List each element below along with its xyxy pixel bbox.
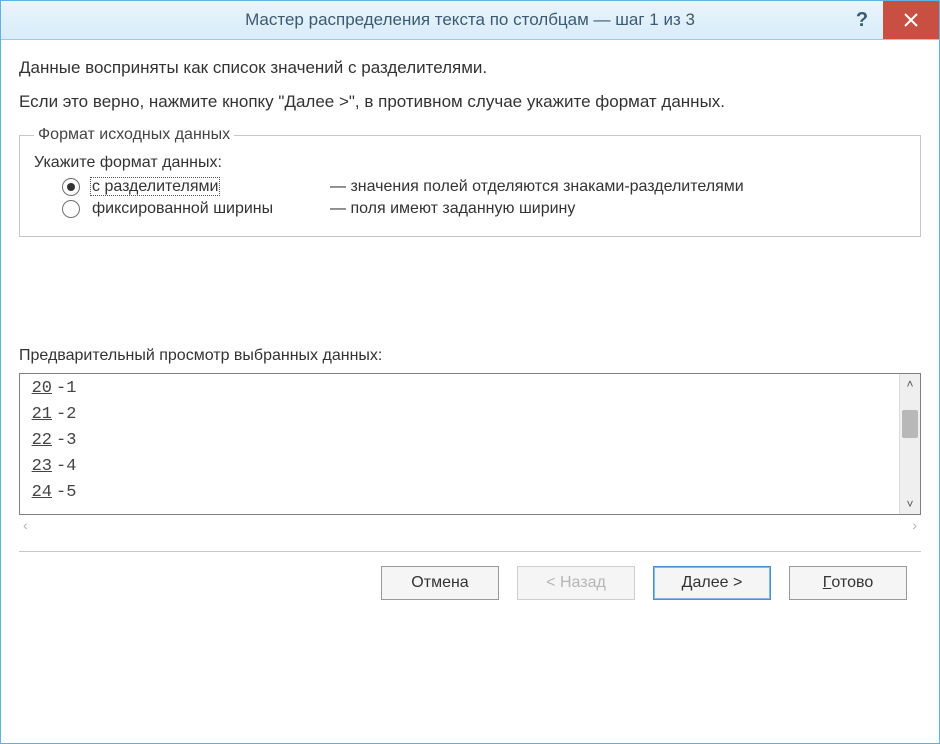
preview-line-number: 24: [22, 480, 54, 506]
radio-fixed-desc: — поля имеют заданную ширину: [330, 200, 575, 218]
source-format-legend: Формат исходных данных: [34, 126, 234, 144]
preview-label: Предварительный просмотр выбранных данны…: [19, 347, 921, 365]
finish-access-key: Г: [823, 574, 832, 592]
preview-line: 23 -4: [22, 454, 899, 480]
titlebar-buttons: ?: [841, 1, 939, 39]
preview-line-number: 22: [22, 428, 54, 454]
radio-row-fixed[interactable]: фиксированной ширины — поля имеют заданн…: [62, 200, 906, 218]
preview-line-number: 23: [22, 454, 54, 480]
preview-line: 24 -5: [22, 480, 899, 506]
intro-text-2: Если это верно, нажмите кнопку "Далее >"…: [19, 92, 921, 112]
preview-line-value: -3: [54, 428, 76, 454]
dialog-body: Данные восприняты как список значений с …: [1, 40, 939, 743]
preview-box: 20 -1 21 -2 22 -3 23 -4 24 -5: [19, 373, 921, 515]
spacer: [19, 237, 921, 347]
preview-line-value: -4: [54, 454, 76, 480]
source-format-group: Формат исходных данных Укажите формат да…: [19, 126, 921, 237]
radio-fixed[interactable]: [62, 200, 80, 218]
preview-line: 21 -2: [22, 402, 899, 428]
radio-delimited-desc: — значения полей отделяются знаками-разд…: [330, 178, 744, 196]
close-button[interactable]: [883, 1, 939, 39]
scroll-thumb[interactable]: [902, 410, 918, 438]
scroll-right-arrow-icon[interactable]: ›: [912, 517, 917, 533]
help-button[interactable]: ?: [841, 1, 883, 39]
preview-line-value: -2: [54, 402, 76, 428]
preview-line-value: -5: [54, 480, 76, 506]
radio-delimited-label: с разделителями: [90, 177, 220, 196]
radio-fixed-label: фиксированной ширины: [90, 199, 275, 218]
next-rest: алее >: [693, 574, 743, 592]
radio-delimited[interactable]: [62, 178, 80, 196]
scroll-down-arrow-icon[interactable]: ˅: [900, 494, 920, 514]
preview-line-number: 20: [22, 376, 54, 402]
finish-rest: отово: [831, 574, 873, 592]
back-button: < Назад: [517, 566, 635, 600]
button-bar: Отмена < Назад Далее > Готово: [19, 551, 921, 614]
horizontal-scrollbar[interactable]: ‹ ›: [19, 515, 921, 535]
radio-row-delimited[interactable]: с разделителями — значения полей отделяю…: [62, 178, 906, 196]
wizard-dialog: Мастер распределения текста по столбцам …: [0, 0, 940, 744]
preview-line-value: -1: [54, 376, 76, 402]
intro-text-1: Данные восприняты как список значений с …: [19, 58, 921, 78]
window-title: Мастер распределения текста по столбцам …: [1, 10, 939, 30]
cancel-button[interactable]: Отмена: [381, 566, 499, 600]
close-icon: [904, 13, 918, 27]
scroll-up-arrow-icon[interactable]: ˄: [900, 374, 920, 394]
preview-line-number: 21: [22, 402, 54, 428]
titlebar: Мастер распределения текста по столбцам …: [1, 1, 939, 40]
preview-line: 22 -3: [22, 428, 899, 454]
radio-dot-icon: [67, 183, 75, 191]
scroll-left-arrow-icon[interactable]: ‹: [23, 517, 28, 533]
finish-button[interactable]: Готово: [789, 566, 907, 600]
vertical-scrollbar[interactable]: ˄ ˅: [899, 374, 920, 514]
preview-content: 20 -1 21 -2 22 -3 23 -4 24 -5: [20, 374, 899, 514]
preview-line: 20 -1: [22, 376, 899, 402]
next-button[interactable]: Далее >: [653, 566, 771, 600]
next-access-key: Д: [682, 574, 693, 592]
format-prompt: Укажите формат данных:: [34, 154, 906, 172]
